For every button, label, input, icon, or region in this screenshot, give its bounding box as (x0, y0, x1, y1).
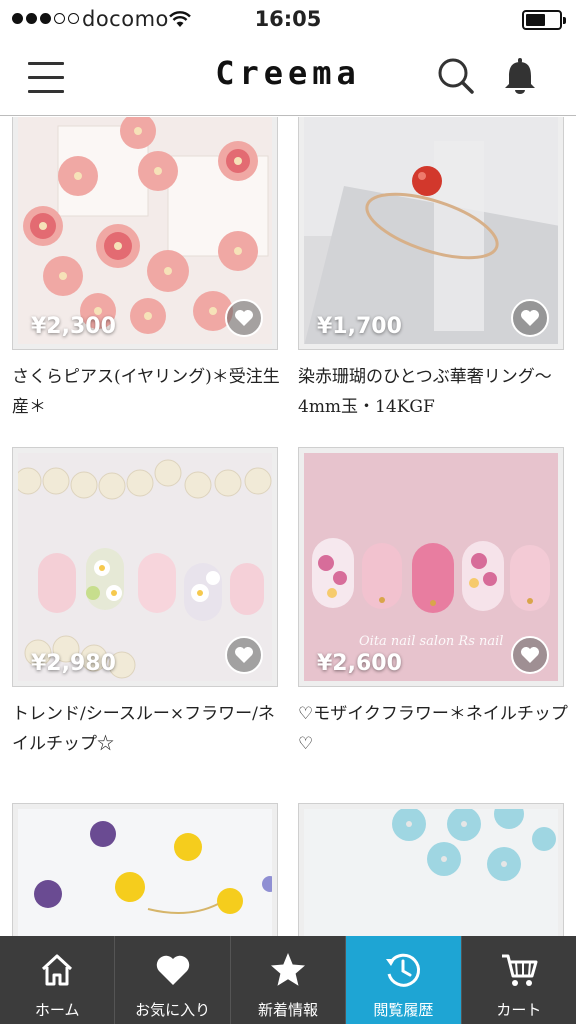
product-price: ¥2,600 (317, 651, 402, 676)
tab-cart[interactable]: カート (460, 936, 576, 1024)
product-title[interactable]: さくらピアス(イヤリング)＊受注生産＊ (12, 362, 282, 422)
heart-icon (156, 955, 189, 985)
app-header: Creema (0, 40, 576, 116)
favorite-heart-icon[interactable] (511, 299, 549, 337)
product-title[interactable]: ♡モザイクフラワー＊ネイルチップ♡ (298, 699, 568, 759)
tab-label: お気に入り (135, 1001, 211, 1019)
status-bar: docomo 16:05 (0, 0, 576, 40)
tab-label: 閲覧履歴 (373, 1001, 434, 1019)
product-price: ¥2,300 (31, 314, 116, 339)
home-icon (42, 954, 73, 986)
tab-label: カート (496, 1001, 542, 1019)
tab-label: ホーム (34, 1001, 80, 1019)
product-image[interactable]: ¥2,300 (12, 117, 278, 350)
shop-watermark: Oita nail salon Rs nail (359, 634, 504, 649)
product-title[interactable]: トレンド/シースルー×フラワー/ネイルチップ☆ (12, 699, 282, 759)
favorite-heart-icon[interactable] (225, 636, 263, 674)
product-image[interactable]: ¥2,980 (12, 447, 278, 687)
tab-home[interactable]: ホーム (0, 936, 114, 1024)
battery-icon (522, 10, 566, 30)
bell-icon[interactable] (500, 56, 540, 96)
product-feed[interactable]: ¥2,300 さくらピアス(イヤリング)＊受注生産＊ ¥1,700 染赤珊瑚のひ… (0, 117, 576, 936)
app-logo[interactable]: Creema (0, 54, 576, 92)
history-icon (386, 953, 421, 987)
star-icon (271, 953, 306, 986)
bottom-tab-bar: ホーム お気に入り 新着情報 閲覧履歴 カート (0, 936, 576, 1024)
clock: 16:05 (254, 7, 322, 31)
favorite-heart-icon[interactable] (511, 636, 549, 674)
tab-favorites[interactable]: お気に入り (114, 936, 229, 1024)
cart-icon (501, 954, 538, 986)
favorite-heart-icon[interactable] (225, 299, 263, 337)
product-title[interactable]: 染赤珊瑚のひとつぶ華奢リング〜4mm玉・14KGF (298, 362, 568, 422)
product-image[interactable]: Oita nail salon Rs nail ¥2,600 (298, 447, 564, 687)
product-image[interactable]: ¥1,700 (298, 117, 564, 350)
tab-history[interactable]: 閲覧履歴 (345, 936, 461, 1024)
product-price: ¥2,980 (31, 651, 116, 676)
product-image[interactable] (12, 803, 278, 936)
product-price: ¥1,700 (317, 314, 402, 339)
search-icon[interactable] (436, 56, 476, 96)
tab-new-arrivals[interactable]: 新着情報 (229, 936, 345, 1024)
tab-label: 新着情報 (258, 1001, 319, 1019)
product-image[interactable] (298, 803, 564, 936)
